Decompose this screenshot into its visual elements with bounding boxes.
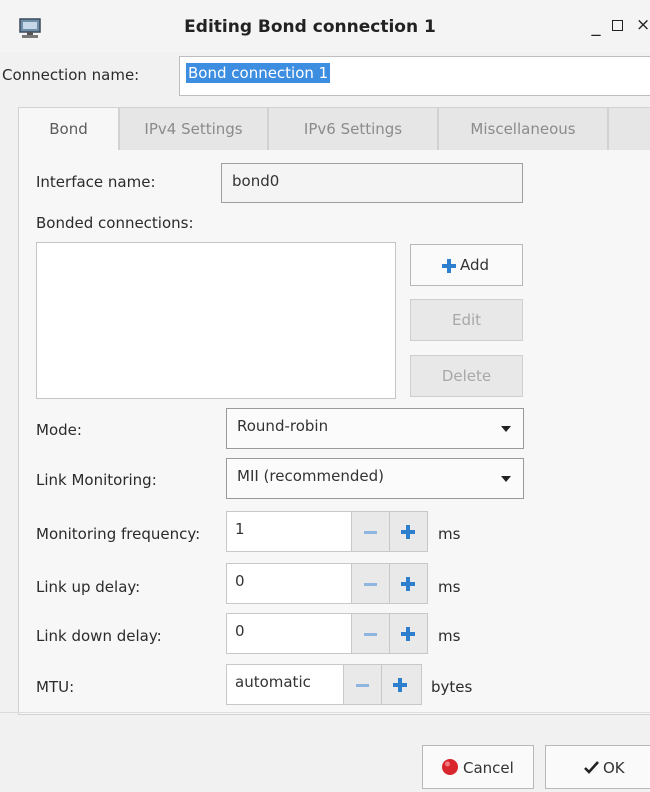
link-up-delay-label: Link up delay: xyxy=(36,578,141,596)
tab-ipv4-settings[interactable]: IPv4 Settings xyxy=(119,107,268,151)
interface-name-value: bond0 xyxy=(232,172,280,190)
minus-icon xyxy=(364,633,377,636)
cancel-button[interactable]: Cancel xyxy=(422,745,534,789)
bonded-connections-label: Bonded connections: xyxy=(36,214,194,232)
link-down-delay-unit: ms xyxy=(438,627,461,645)
monitoring-frequency-label: Monitoring frequency: xyxy=(36,525,201,543)
link-down-delay-increment-button[interactable] xyxy=(390,613,428,654)
tab-bond[interactable]: Bond xyxy=(18,107,119,152)
link-monitoring-value: MII (recommended) xyxy=(237,467,384,485)
plus-icon-stem xyxy=(398,678,402,692)
link-up-delay-decrement-button[interactable] xyxy=(352,563,390,604)
tab-ipv6-settings[interactable]: IPv6 Settings xyxy=(268,107,438,151)
chevron-down-icon xyxy=(501,426,511,432)
monitoring-frequency-unit: ms xyxy=(438,525,461,543)
link-monitoring-dropdown[interactable]: MII (recommended) xyxy=(226,458,524,499)
link-down-delay-value: 0 xyxy=(235,622,245,640)
link-down-delay-input[interactable]: 0 xyxy=(226,613,352,654)
mtu-label: MTU: xyxy=(36,678,75,696)
plus-icon xyxy=(442,259,456,273)
title-bar[interactable]: Editing Bond connection 1 _ × xyxy=(0,0,650,52)
edit-button[interactable]: Edit xyxy=(410,299,523,341)
plus-icon-stem xyxy=(406,525,410,539)
plus-icon-stem xyxy=(406,627,410,641)
mode-value: Round-robin xyxy=(237,417,329,435)
minus-icon xyxy=(364,583,377,586)
connection-name-input[interactable]: Bond connection 1 xyxy=(179,56,650,96)
ok-button-label: OK xyxy=(603,759,625,777)
mtu-decrement-button[interactable] xyxy=(344,664,382,705)
cancel-icon xyxy=(442,759,458,775)
connection-name-value: Bond connection 1 xyxy=(186,63,331,83)
window-title: Editing Bond connection 1 xyxy=(184,17,436,37)
connection-name-label: Connection name: xyxy=(2,66,140,84)
mtu-value: automatic xyxy=(235,673,311,691)
monitoring-frequency-increment-button[interactable] xyxy=(390,511,428,552)
link-up-delay-input[interactable]: 0 xyxy=(226,563,352,604)
maximize-button[interactable] xyxy=(612,20,623,31)
mode-dropdown[interactable]: Round-robin xyxy=(226,408,524,449)
add-button-label: Add xyxy=(460,256,490,274)
monitoring-frequency-value: 1 xyxy=(235,520,245,538)
interface-name-input[interactable]: bond0 xyxy=(221,163,523,203)
delete-button[interactable]: Delete xyxy=(410,355,523,397)
add-button[interactable]: Add xyxy=(410,244,523,286)
minus-icon xyxy=(364,531,377,534)
tab-overflow xyxy=(608,107,650,151)
monitoring-frequency-input[interactable]: 1 xyxy=(226,511,352,552)
mode-label: Mode: xyxy=(36,421,82,439)
link-up-delay-increment-button[interactable] xyxy=(390,563,428,604)
link-down-delay-label: Link down delay: xyxy=(36,627,162,645)
bonded-connections-list[interactable] xyxy=(36,242,396,399)
mtu-input[interactable]: automatic xyxy=(226,664,344,705)
ok-button[interactable]: OK xyxy=(545,745,650,789)
cancel-button-label: Cancel xyxy=(463,759,514,777)
chevron-down-icon xyxy=(501,476,511,482)
footer-divider xyxy=(0,712,650,713)
link-down-delay-decrement-button[interactable] xyxy=(352,613,390,654)
link-monitoring-label: Link Monitoring: xyxy=(36,471,157,489)
tab-miscellaneous[interactable]: Miscellaneous xyxy=(438,107,608,151)
close-button[interactable]: × xyxy=(636,15,650,37)
checkmark-icon xyxy=(584,761,599,774)
mtu-unit: bytes xyxy=(431,678,473,696)
minimize-button[interactable]: _ xyxy=(586,16,606,38)
monitoring-frequency-decrement-button[interactable] xyxy=(352,511,390,552)
interface-name-label: Interface name: xyxy=(36,173,156,191)
plus-icon-stem xyxy=(406,577,410,591)
mtu-increment-button[interactable] xyxy=(382,664,422,705)
link-up-delay-unit: ms xyxy=(438,578,461,596)
tab-bar: Bond IPv4 Settings IPv6 Settings Miscell… xyxy=(18,107,650,152)
minus-icon xyxy=(356,684,369,687)
link-up-delay-value: 0 xyxy=(235,572,245,590)
